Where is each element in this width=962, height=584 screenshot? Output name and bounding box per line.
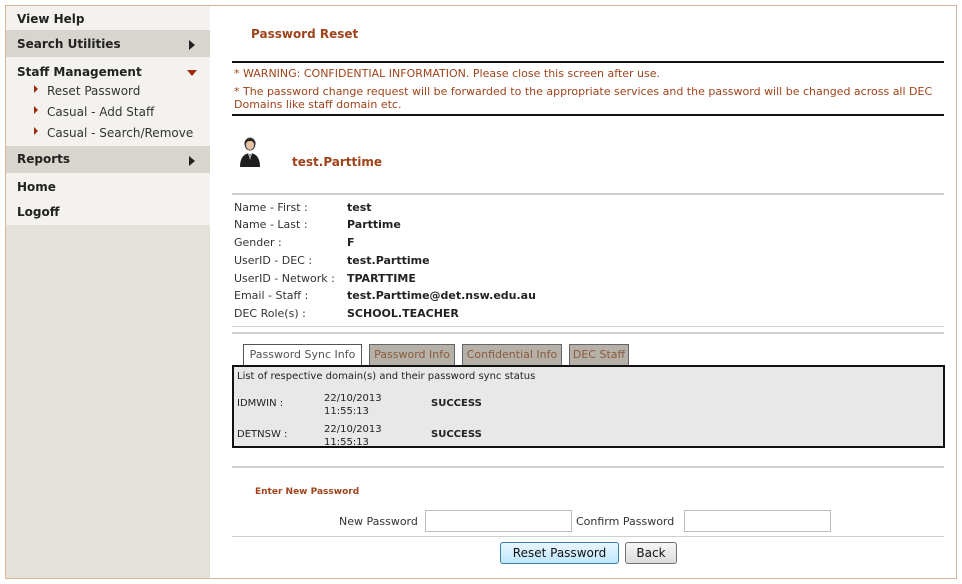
sidebar-subitem-casual-search-remove[interactable]: Casual - Search/Remove (34, 126, 193, 140)
sync-timestamp: 22/10/2013 11:55:13 (324, 393, 382, 417)
detail-value: F (347, 236, 355, 249)
sidebar-item-label: Logoff (17, 205, 60, 219)
sync-timestamp: 22/10/2013 11:55:13 (324, 424, 382, 448)
detail-value: test (347, 201, 372, 214)
divider (232, 193, 944, 195)
sidebar-item-label: Reports (17, 152, 71, 166)
sidebar-item-home[interactable]: Home (6, 173, 210, 199)
bullet-arrow-icon (34, 127, 38, 135)
back-button[interactable]: Back (625, 542, 677, 564)
sidebar-item-search-utilities[interactable]: Search Utilities (6, 30, 210, 57)
sidebar-item-label: View Help (17, 12, 85, 26)
sidebar-item-logoff[interactable]: Logoff (6, 199, 210, 225)
detail-value: TPARTTIME (347, 272, 416, 285)
bullet-arrow-icon (34, 85, 38, 93)
new-password-input[interactable] (425, 510, 572, 532)
panel-title: List of respective domain(s) and their p… (237, 371, 536, 382)
page-title: Password Reset (251, 27, 359, 41)
divider (232, 114, 944, 116)
tab-panel-password-sync: List of respective domain(s) and their p… (232, 365, 945, 448)
sidebar-item-view-help[interactable]: View Help (6, 6, 210, 30)
sidebar-subitem-reset-password[interactable]: Reset Password (34, 84, 140, 98)
divider (232, 332, 944, 334)
detail-label: Name - Last : (234, 218, 308, 231)
sidebar-subitem-label: Reset Password (47, 84, 141, 98)
divider (232, 466, 944, 468)
sidebar-subitem-label: Casual - Search/Remove (47, 126, 194, 140)
sidebar-subitem-label: Casual - Add Staff (47, 105, 155, 119)
sidebar: View Help Search Utilities Staff Managem… (6, 6, 210, 578)
divider (232, 61, 944, 63)
sync-domain: DETNSW : (237, 429, 288, 440)
username-heading: test.Parttime (292, 155, 383, 169)
sync-status: SUCCESS (431, 429, 482, 440)
sidebar-item-reports[interactable]: Reports (6, 146, 210, 173)
new-password-label: New Password (339, 515, 418, 528)
user-avatar-icon (240, 137, 260, 167)
detail-value: test.Parttime@det.nsw.edu.au (347, 289, 536, 302)
detail-value: test.Parttime (347, 254, 430, 267)
warning-sync-notice: * The password change request will be fo… (234, 85, 933, 111)
divider (232, 326, 944, 327)
detail-value: Parttime (347, 218, 401, 231)
warning-confidential: * WARNING: CONFIDENTIAL INFORMATION. Ple… (234, 67, 661, 80)
tab-password-sync-info[interactable]: Password Sync Info (243, 344, 362, 366)
sync-status: SUCCESS (431, 398, 482, 409)
enter-new-password-heading: Enter New Password (255, 487, 360, 497)
sidebar-item-staff-management[interactable]: Staff Management (17, 65, 142, 79)
detail-label: UserID - DEC : (234, 254, 313, 267)
sync-row-detnsw: DETNSW : 22/10/2013 11:55:13 SUCCESS (237, 421, 537, 449)
sidebar-subitem-casual-add-staff[interactable]: Casual - Add Staff (34, 105, 154, 119)
chevron-right-icon (189, 156, 195, 166)
sidebar-item-label: Search Utilities (17, 37, 121, 51)
chevron-down-icon[interactable] (187, 70, 197, 76)
detail-label: DEC Role(s) : (234, 307, 306, 320)
detail-value: SCHOOL.TEACHER (347, 307, 459, 320)
sync-row-idmwin: IDMWIN : 22/10/2013 11:55:13 SUCCESS (237, 390, 537, 418)
tab-confidential-info[interactable]: Confidential Info (462, 344, 562, 365)
confirm-password-input[interactable] (684, 510, 831, 532)
sync-domain: IDMWIN : (237, 398, 284, 409)
chevron-right-icon (189, 40, 195, 50)
detail-label: Gender : (234, 236, 282, 249)
sidebar-item-label: Home (17, 180, 56, 194)
sidebar-section-staff-management: Staff Management Reset Password Casual -… (6, 57, 210, 146)
tab-password-info[interactable]: Password Info (369, 344, 455, 365)
bullet-arrow-icon (34, 106, 38, 114)
detail-label: UserID - Network : (234, 272, 335, 285)
divider (232, 536, 944, 537)
detail-label: Email - Staff : (234, 289, 309, 302)
reset-password-button[interactable]: Reset Password (500, 542, 619, 564)
confirm-password-label: Confirm Password (576, 515, 675, 528)
tab-dec-staff[interactable]: DEC Staff (569, 344, 629, 365)
detail-label: Name - First : (234, 201, 308, 214)
